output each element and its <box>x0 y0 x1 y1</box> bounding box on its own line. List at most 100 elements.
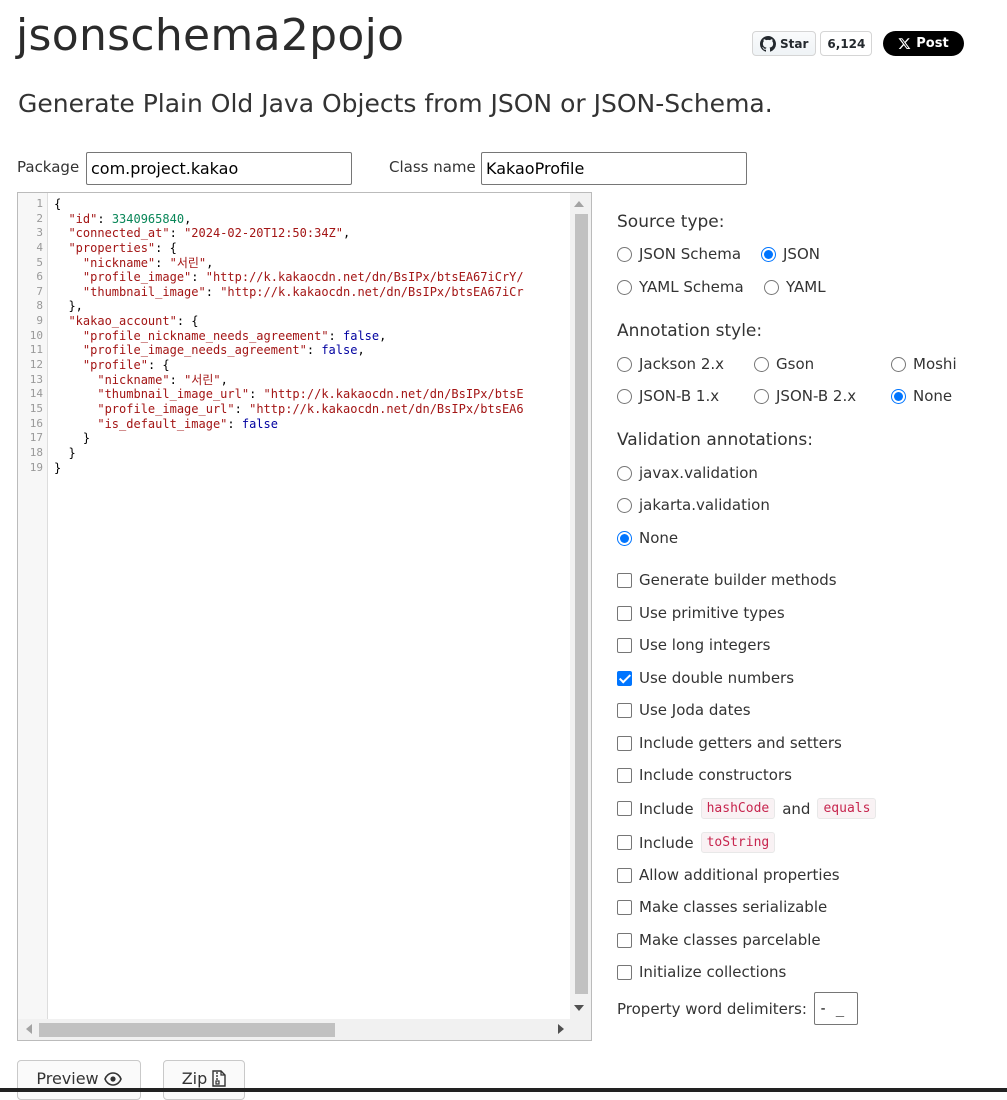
x-post-button[interactable]: Post <box>883 31 964 56</box>
annotation-style-option[interactable]: Jackson 2.x <box>617 355 724 373</box>
annotation-style-option[interactable]: Gson <box>754 355 814 373</box>
equals-code: equals <box>817 798 877 819</box>
github-star-count[interactable]: 6,124 <box>820 31 873 56</box>
checkbox[interactable] <box>617 899 632 915</box>
radio-button[interactable] <box>617 388 632 404</box>
zip-button[interactable]: Zip <box>163 1060 245 1100</box>
vertical-scroll-thumb[interactable] <box>575 214 588 994</box>
checkbox-label: Use double numbers <box>639 669 795 687</box>
class-name-input[interactable] <box>481 152 747 185</box>
line-number: 13 <box>29 372 43 386</box>
checkbox-option-constructors[interactable]: Include constructors <box>617 766 792 784</box>
checkbox-option-parcelable[interactable]: Make classes parcelable <box>617 931 821 949</box>
option-label: None <box>913 387 953 405</box>
checkbox-option-long-integers[interactable]: Use long integers <box>617 636 770 654</box>
code-line: "id": 3340965840, <box>68 211 192 226</box>
json-editor[interactable]: 1 2 3 4 5 6 7 8 9 10 11 12 13 14 15 16 17 18 19 { "id": 33… <box>17 192 592 1041</box>
radio-button[interactable] <box>617 465 632 481</box>
checkbox-option-builder-methods[interactable]: Generate builder methods <box>617 571 837 589</box>
code-line: } <box>54 445 76 460</box>
validation-option[interactable]: javax.validation <box>617 464 758 482</box>
line-number: 9 <box>36 314 43 328</box>
checkbox-option-initialize-collections[interactable]: Initialize collections <box>617 963 786 981</box>
checkbox-option-primitive-types[interactable]: Use primitive types <box>617 604 785 622</box>
code-line: } <box>54 460 62 475</box>
checkbox[interactable] <box>617 572 632 588</box>
checkbox-option-additional-properties[interactable]: Allow additional properties <box>617 866 840 884</box>
horizontal-scrollbar[interactable] <box>18 1019 591 1040</box>
checkbox-option-tostring[interactable]: Include toString <box>617 832 776 853</box>
validation-option[interactable]: jakarta.validation <box>617 496 770 514</box>
checkbox[interactable] <box>617 867 632 883</box>
scroll-down-arrow-icon[interactable] <box>574 1005 584 1011</box>
tostring-code: toString <box>700 832 776 853</box>
code-line: "properties": { <box>68 240 177 255</box>
scroll-left-arrow-icon[interactable] <box>26 1024 32 1034</box>
checkbox[interactable] <box>617 670 632 686</box>
annotation-style-option[interactable]: JSON-B 1.x <box>617 387 719 405</box>
property-delimiters-label: Property word delimiters: <box>617 999 807 1018</box>
checkbox-option-serializable[interactable]: Make classes serializable <box>617 898 827 916</box>
radio-button[interactable] <box>754 356 769 372</box>
radio-button[interactable] <box>754 388 769 404</box>
scroll-right-arrow-icon[interactable] <box>558 1024 564 1034</box>
package-label: Package <box>17 158 80 176</box>
annotation-style-option[interactable]: Moshi <box>891 355 957 373</box>
radio-button[interactable] <box>617 246 632 262</box>
checkbox[interactable] <box>617 702 632 718</box>
radio-button[interactable] <box>891 388 906 404</box>
annotation-style-option[interactable]: None <box>891 387 952 405</box>
checkbox-option-joda-dates[interactable]: Use Joda dates <box>617 701 751 719</box>
property-delimiters-input[interactable]: - _ <box>813 992 858 1025</box>
checkbox[interactable] <box>617 835 632 850</box>
code-area[interactable]: { "id": 3340965840, "connected_at": "202… <box>54 197 569 1017</box>
checkbox[interactable] <box>617 605 632 621</box>
page-subtitle: Generate Plain Old Java Objects from JSO… <box>18 89 773 118</box>
source-type-option[interactable]: JSON <box>761 245 820 263</box>
line-number: 10 <box>29 328 43 342</box>
checkbox-label-joiner: and <box>782 799 811 818</box>
vertical-scrollbar[interactable] <box>570 193 591 1019</box>
source-type-heading: Source type: <box>617 212 725 232</box>
radio-button[interactable] <box>764 279 779 295</box>
line-number: 3 <box>36 226 43 240</box>
preview-button[interactable]: Preview <box>17 1060 141 1100</box>
radio-button[interactable] <box>617 356 632 372</box>
radio-button[interactable] <box>617 530 632 546</box>
checkbox[interactable] <box>617 932 632 948</box>
github-star-widget[interactable]: Star 6,124 <box>752 31 873 56</box>
checkbox[interactable] <box>617 637 632 653</box>
option-label: JSON-B 1.x <box>639 387 720 405</box>
source-type-option[interactable]: JSON Schema <box>617 245 741 263</box>
scroll-up-arrow-icon[interactable] <box>574 201 584 207</box>
property-delimiters-row: Property word delimiters: - _ <box>617 992 858 1025</box>
radio-button[interactable] <box>761 246 776 262</box>
checkbox-option-getters-setters[interactable]: Include getters and setters <box>617 734 842 752</box>
radio-button[interactable] <box>617 497 632 513</box>
checkbox[interactable] <box>617 767 632 783</box>
line-number: 12 <box>29 358 43 372</box>
checkbox-option-double-numbers[interactable]: Use double numbers <box>617 669 794 687</box>
horizontal-scroll-thumb[interactable] <box>39 1023 335 1037</box>
radio-button[interactable] <box>891 356 906 372</box>
line-number: 17 <box>29 431 43 445</box>
annotation-style-option[interactable]: JSON-B 2.x <box>754 387 856 405</box>
source-type-option[interactable]: YAML <box>764 278 826 296</box>
code-line: "nickname": "서린", <box>82 255 214 270</box>
validation-option[interactable]: None <box>617 529 678 547</box>
x-logo-icon <box>898 38 911 50</box>
checkbox[interactable] <box>617 801 632 816</box>
checkbox-option-hashcode-equals[interactable]: Include hashCode and equals <box>617 798 877 819</box>
option-label: javax.validation <box>639 464 758 482</box>
github-star-button[interactable]: Star <box>752 31 817 56</box>
code-line: "profile": { <box>82 358 170 373</box>
checkbox[interactable] <box>617 735 632 751</box>
line-number: 11 <box>29 343 43 357</box>
package-input[interactable] <box>86 152 352 185</box>
validation-heading: Validation annotations: <box>617 430 813 450</box>
source-type-option[interactable]: YAML Schema <box>617 278 744 296</box>
checkbox[interactable] <box>617 964 632 980</box>
option-label: Gson <box>776 355 815 373</box>
line-number: 8 <box>36 299 43 313</box>
radio-button[interactable] <box>617 279 632 295</box>
